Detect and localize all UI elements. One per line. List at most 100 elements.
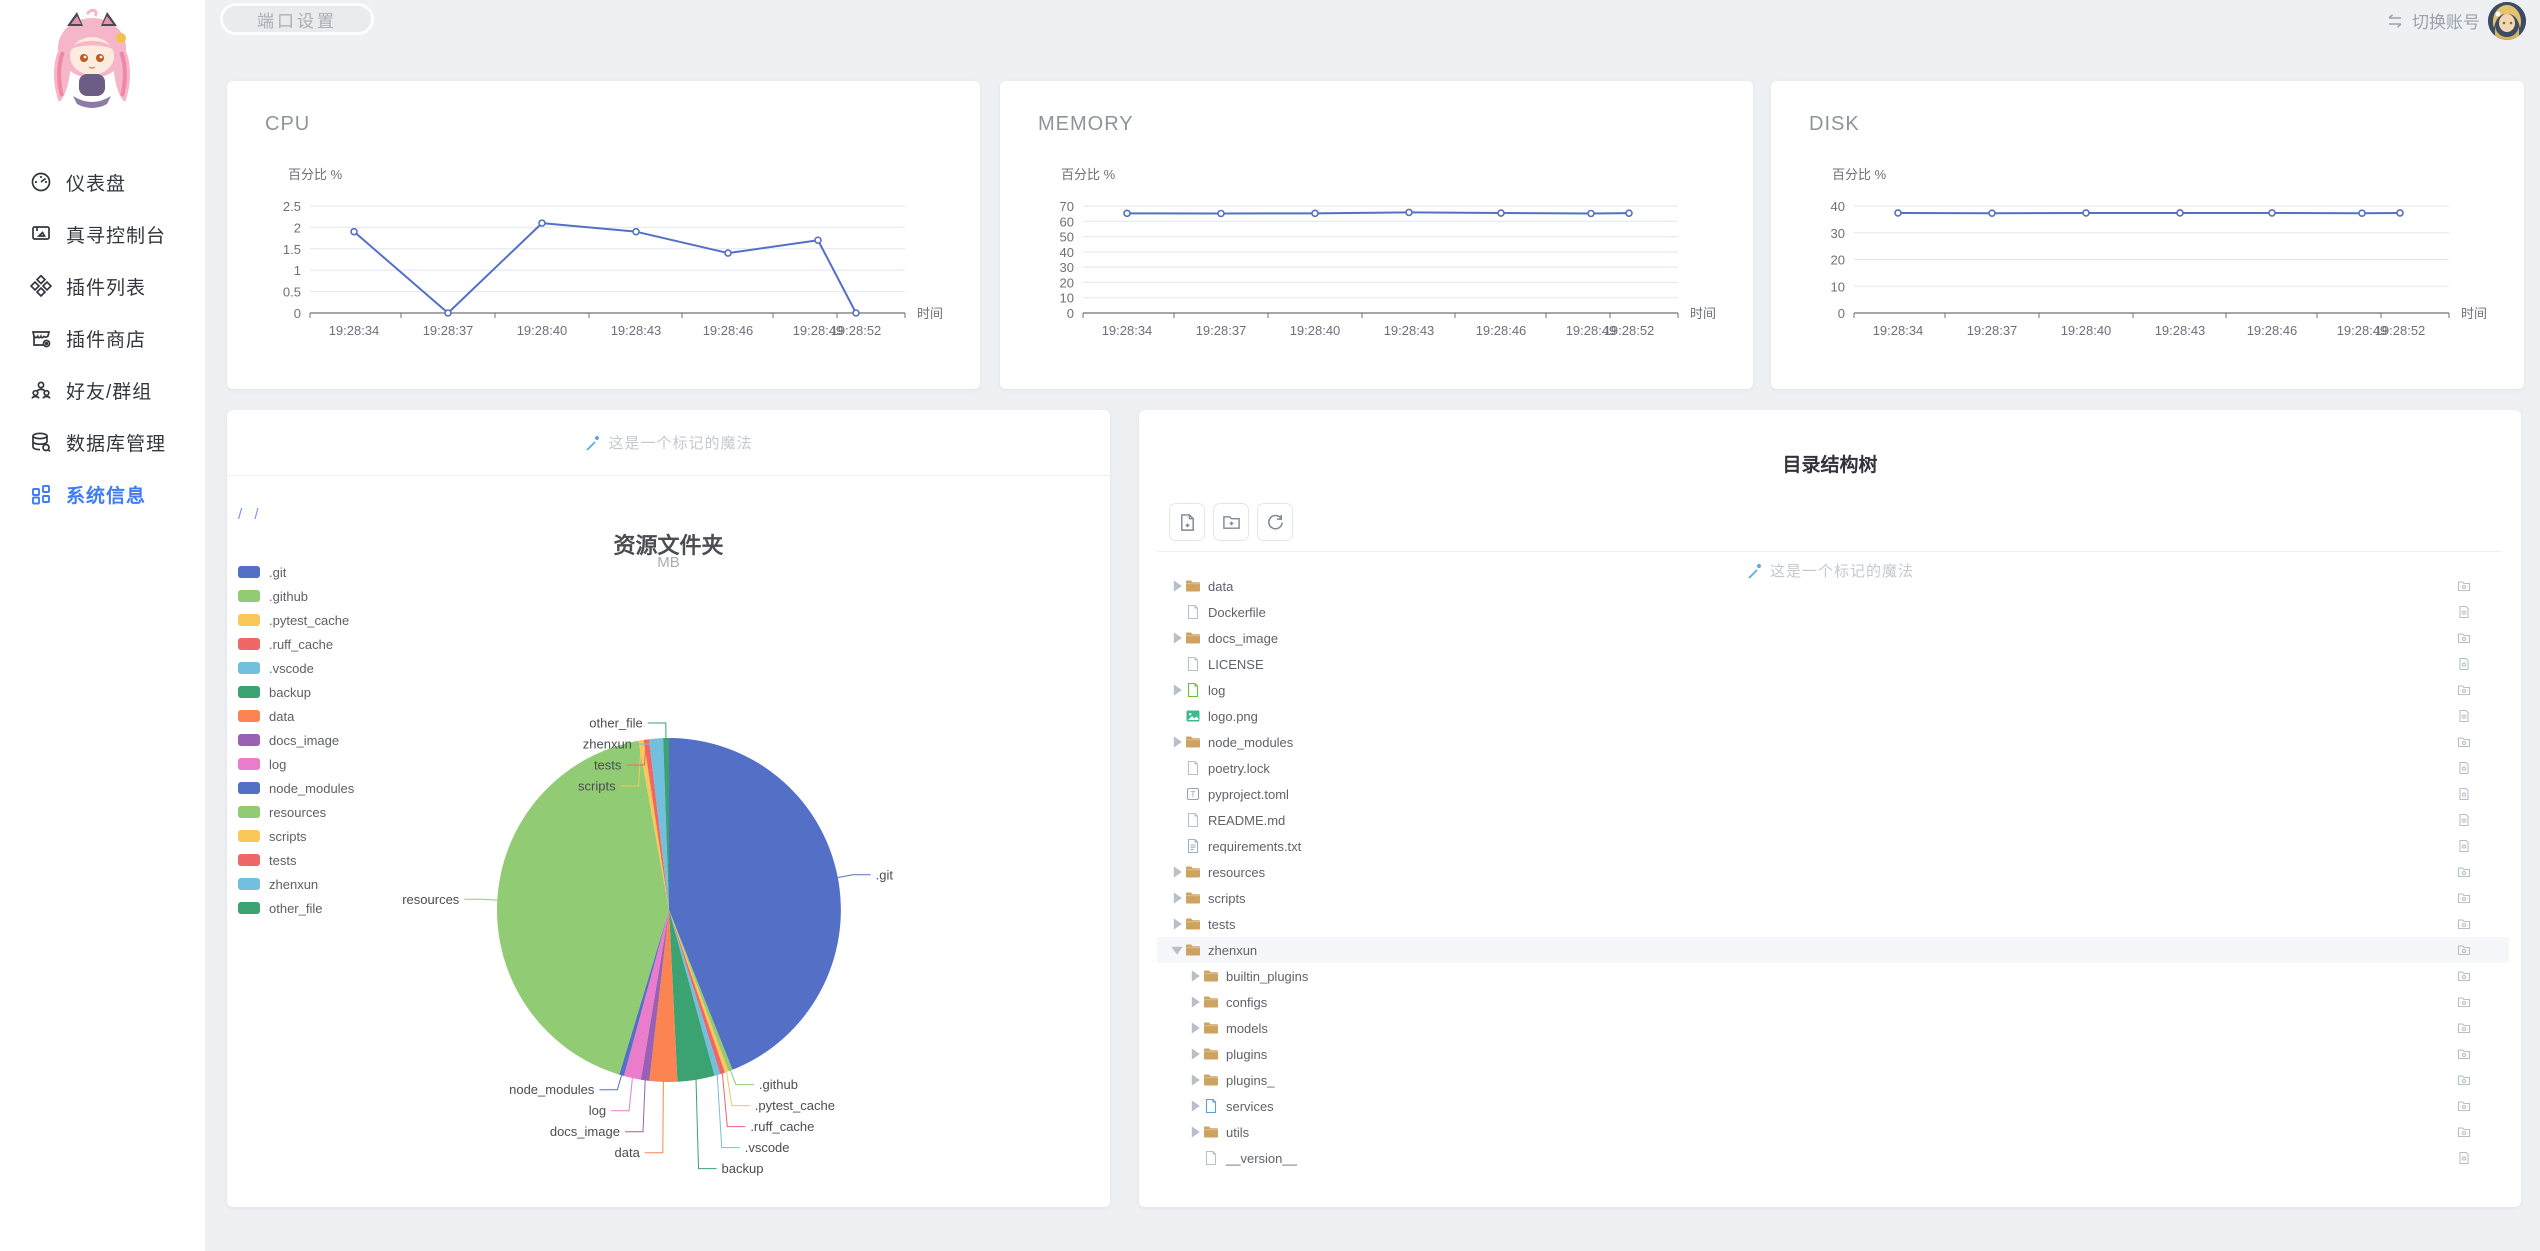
- action-folder-icon[interactable]: [2457, 1021, 2471, 1035]
- tree-row-pyproject.toml[interactable]: T pyproject.toml: [1157, 781, 2509, 807]
- sidebar-item-仪表盘[interactable]: 仪表盘: [0, 156, 205, 208]
- caret-right-icon[interactable]: [1169, 579, 1185, 594]
- caret-right-icon[interactable]: [1169, 630, 1185, 646]
- bot-logo: [37, 8, 147, 120]
- action-folder-icon[interactable]: [2457, 917, 2471, 931]
- folder-green-icon: [1185, 682, 1201, 698]
- action-file-icon[interactable]: [2457, 1151, 2471, 1165]
- action-folder-icon[interactable]: [2457, 683, 2471, 697]
- tree-row-scripts[interactable]: scripts: [1157, 885, 2509, 911]
- sidebar-item-插件商店[interactable]: 插件商店: [0, 312, 205, 364]
- tree-row-services[interactable]: services: [1157, 1093, 2509, 1119]
- tree-node-label: zhenxun: [1208, 942, 1258, 958]
- folder-icon: [1185, 890, 1201, 906]
- new-folder-button[interactable]: [1213, 503, 1249, 541]
- action-folder-icon[interactable]: [2457, 1073, 2471, 1087]
- action-folder-icon[interactable]: [2457, 969, 2471, 983]
- tree-row-builtin_plugins[interactable]: builtin_plugins: [1157, 963, 2509, 989]
- tree-row-__version__[interactable]: __version__: [1157, 1145, 2509, 1171]
- action-folder-icon[interactable]: [2457, 1047, 2471, 1061]
- pie-card-header: 这是一个标记的魔法: [227, 410, 1110, 476]
- caret-right-icon[interactable]: [1169, 864, 1185, 880]
- tree-row-node_modules[interactable]: node_modules: [1157, 729, 2509, 755]
- caret-right-icon[interactable]: [1169, 890, 1185, 906]
- refresh-button[interactable]: [1257, 503, 1293, 541]
- caret-right-icon[interactable]: [1187, 1020, 1203, 1036]
- action-folder-icon[interactable]: [2457, 631, 2471, 645]
- caret-right-icon[interactable]: [1169, 916, 1185, 932]
- action-file-icon[interactable]: [2457, 709, 2471, 723]
- svg-text:docs_image: docs_image: [550, 1124, 620, 1139]
- tree-row-logo.png[interactable]: logo.png: [1157, 703, 2509, 729]
- switch-account-label: 切换账号: [2412, 13, 2480, 32]
- action-folder-icon[interactable]: [2457, 995, 2471, 1009]
- caret-right-icon[interactable]: [1169, 734, 1185, 750]
- action-file-icon[interactable]: [2457, 787, 2471, 801]
- file-icon: [1185, 604, 1201, 620]
- action-file-icon[interactable]: [2457, 813, 2471, 827]
- tree-row-models[interactable]: models: [1157, 1015, 2509, 1041]
- action-file-icon[interactable]: [2457, 657, 2471, 671]
- action-folder-icon[interactable]: [2457, 579, 2471, 593]
- sidebar-item-系统信息[interactable]: 系统信息: [0, 468, 205, 520]
- caret-right-icon[interactable]: [1187, 1098, 1203, 1114]
- sidebar-item-真寻控制台[interactable]: 真寻控制台: [0, 208, 205, 260]
- action-file-icon[interactable]: [2457, 761, 2471, 775]
- svg-text:30: 30: [1831, 226, 1845, 241]
- tree-row-poetry.lock[interactable]: poetry.lock: [1157, 755, 2509, 781]
- tree-row-LICENSE[interactable]: LICENSE: [1157, 651, 2509, 677]
- tree-row-docs_image[interactable]: docs_image: [1157, 625, 2509, 651]
- svg-text:19:28:46: 19:28:46: [703, 323, 754, 338]
- sidebar-item-label: 仪表盘: [66, 173, 127, 195]
- tree-row-README.md[interactable]: README.md: [1157, 807, 2509, 833]
- svg-text:19:28:37: 19:28:37: [1967, 323, 2018, 338]
- action-file-icon[interactable]: [2457, 839, 2471, 853]
- caret-down-icon[interactable]: [1169, 942, 1185, 958]
- sidebar-item-好友/群组[interactable]: 好友/群组: [0, 364, 205, 416]
- caret-right-icon[interactable]: [1187, 1124, 1203, 1140]
- tree-row-requirements.txt[interactable]: requirements.txt: [1157, 833, 2509, 859]
- sidebar-item-数据库管理[interactable]: 数据库管理: [0, 416, 205, 468]
- tree-row-Dockerfile[interactable]: Dockerfile: [1157, 599, 2509, 625]
- cpu-line-chart[interactable]: 0 0.5 1 1.5 2 2.5 百分比 % 19:28:34 19:28:37 19:28:4…: [227, 81, 980, 389]
- new-file-button[interactable]: [1169, 503, 1205, 541]
- tree-node-label: tests: [1208, 916, 1236, 932]
- tree-node-label: pyproject.toml: [1208, 786, 1289, 802]
- port-settings-button[interactable]: 端口设置: [220, 3, 374, 35]
- svg-text:tests: tests: [594, 758, 622, 773]
- tree-row-resources[interactable]: resources: [1157, 859, 2509, 885]
- action-folder-icon[interactable]: [2457, 735, 2471, 749]
- resource-pie-chart[interactable]: .git .github .pytest_cache .ruff_cache .vsco…: [227, 476, 1110, 1207]
- user-avatar[interactable]: [2488, 2, 2526, 40]
- tree-row-log[interactable]: log: [1157, 677, 2509, 703]
- folder-icon: [1185, 630, 1201, 646]
- action-folder-icon[interactable]: [2457, 1099, 2471, 1113]
- tree-row-plugins_[interactable]: plugins_: [1157, 1067, 2509, 1093]
- tree-row-zhenxun[interactable]: zhenxun: [1157, 937, 2509, 963]
- action-folder-icon[interactable]: [2457, 1125, 2471, 1139]
- caret-right-icon[interactable]: [1169, 682, 1185, 698]
- svg-text:.ruff_cache: .ruff_cache: [750, 1119, 814, 1134]
- memory-line-chart[interactable]: 010203040506070 百分比 % 19:28:34 19:28:37 19:2…: [1000, 81, 1753, 389]
- action-file-icon[interactable]: [2457, 605, 2471, 619]
- sidebar-item-插件列表[interactable]: 插件列表: [0, 260, 205, 312]
- action-folder-icon[interactable]: [2457, 865, 2471, 879]
- disk-line-chart[interactable]: 0 10 20 30 40 百分比 % 19:28:34 19:28:37 19:28:40 19…: [1771, 81, 2524, 389]
- caret-right-icon[interactable]: [1187, 994, 1203, 1010]
- tree-node-label: utils: [1226, 1124, 1250, 1140]
- tree-row-tests[interactable]: tests: [1157, 911, 2509, 937]
- action-folder-icon[interactable]: [2457, 891, 2471, 905]
- tree-row-utils[interactable]: utils: [1157, 1119, 2509, 1145]
- caret-right-icon[interactable]: [1187, 1046, 1203, 1062]
- caret-right-icon[interactable]: [1187, 1072, 1203, 1088]
- tree-row-data[interactable]: data: [1157, 579, 2509, 599]
- svg-text:19:28:43: 19:28:43: [2155, 323, 2206, 338]
- switch-account-button[interactable]: 切换账号: [2385, 8, 2480, 33]
- tree-row-plugins[interactable]: plugins: [1157, 1041, 2509, 1067]
- action-folder-icon[interactable]: [2457, 943, 2471, 957]
- tree-row-configs[interactable]: configs: [1157, 989, 2509, 1015]
- svg-text:19:28:52: 19:28:52: [2375, 323, 2426, 338]
- caret-right-icon[interactable]: [1187, 968, 1203, 984]
